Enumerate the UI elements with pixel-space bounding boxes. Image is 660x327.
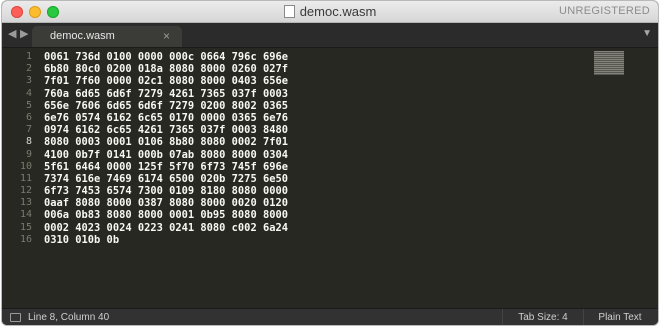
line-number: 12 (19, 185, 32, 197)
tab-bar: ◀ ▶ democ.wasm × ▼ (2, 23, 658, 48)
code-line[interactable]: 6b80 80c0 0200 018a 8080 8000 0260 027f (44, 63, 288, 75)
code-text[interactable]: 0061 736d 0100 0000 000c 0664 796c 696e 6… (44, 51, 288, 246)
line-number: 8 (25, 136, 32, 148)
code-line[interactable]: 0aaf 8080 8000 0387 8080 8000 0020 0120 (44, 197, 288, 209)
code-line[interactable]: 0974 6162 6c65 4261 7365 037f 0003 8480 (44, 124, 288, 136)
code-line[interactable]: 0310 010b 0b (44, 234, 288, 246)
editor-window: democ.wasm UNREGISTERED ◀ ▶ democ.wasm ×… (2, 1, 658, 325)
line-number: 3 (25, 75, 32, 87)
line-number-gutter: 1 2 3 4 5 6 7 8 9 10 11 12 13 14 15 16 (2, 51, 32, 246)
code-line[interactable]: 8080 0003 0001 0106 8b80 8080 0002 7f01 (44, 136, 288, 148)
line-number: 16 (19, 233, 32, 245)
code-line[interactable]: 0002 4023 0024 0223 0241 8080 c002 6a24 (44, 222, 288, 234)
code-line[interactable]: 0061 736d 0100 0000 000c 0664 796c 696e (44, 51, 288, 63)
line-number: 2 (25, 63, 32, 75)
editor-area[interactable]: 1 2 3 4 5 6 7 8 9 10 11 12 13 14 15 16 0061 736d 0100 0… (2, 48, 658, 308)
line-number: 14 (19, 209, 32, 221)
tab-list-dropdown-icon[interactable]: ▼ (642, 28, 652, 39)
window-title-text: democ.wasm (299, 4, 377, 19)
code-line[interactable]: 006a 0b83 8080 8000 0001 0b95 8080 8000 (44, 209, 288, 221)
code-line[interactable]: 6f73 7453 6574 7300 0109 8180 8080 0000 (44, 185, 288, 197)
line-number: 6 (25, 111, 32, 123)
minimap[interactable] (594, 51, 624, 75)
cursor-position: Line 8, Column 40 (28, 312, 110, 323)
line-number: 1 (25, 51, 32, 62)
status-bar: Line 8, Column 40 Tab Size: 4 Plain Text (2, 308, 658, 325)
panel-toggle-icon[interactable] (10, 313, 21, 322)
document-icon (283, 5, 295, 18)
tab-size-button[interactable]: Tab Size: 4 (502, 309, 584, 325)
code-line[interactable]: 6e76 0574 6162 6c65 0170 0000 0365 6e76 (44, 112, 288, 124)
code-line[interactable]: 4100 0b7f 0141 000b 07ab 8080 8000 0304 (44, 149, 288, 161)
line-number: 4 (25, 87, 32, 99)
tab-democ-wasm[interactable]: democ.wasm × (32, 26, 182, 47)
line-number: 7 (25, 124, 32, 136)
line-number: 15 (19, 221, 32, 233)
syntax-button[interactable]: Plain Text (582, 309, 658, 325)
line-number: 10 (19, 160, 32, 172)
code-line[interactable]: 5f61 6464 0000 125f 5f70 6f73 745f 696e (44, 161, 288, 173)
code-line[interactable]: 7f01 7f60 0000 02c1 8080 8000 0403 656e (44, 75, 288, 87)
code-line[interactable]: 656e 7606 6d65 6d6f 7279 0200 8002 0365 (44, 100, 288, 112)
line-number: 13 (19, 197, 32, 209)
line-number: 9 (25, 148, 32, 160)
code-line[interactable]: 7374 616e 7469 6174 6500 020b 7275 6e50 (44, 173, 288, 185)
tab-label: democ.wasm (50, 30, 115, 42)
line-number: 11 (19, 172, 32, 184)
code-line[interactable]: 760a 6d65 6d6f 7279 4261 7365 037f 0003 (44, 88, 288, 100)
tab-back-icon[interactable]: ◀ (8, 27, 16, 40)
unregistered-label: UNREGISTERED (559, 5, 650, 17)
tab-forward-icon[interactable]: ▶ (20, 27, 28, 40)
line-number: 5 (25, 99, 32, 111)
tab-close-icon[interactable]: × (163, 26, 170, 47)
title-bar: democ.wasm UNREGISTERED (2, 1, 658, 23)
